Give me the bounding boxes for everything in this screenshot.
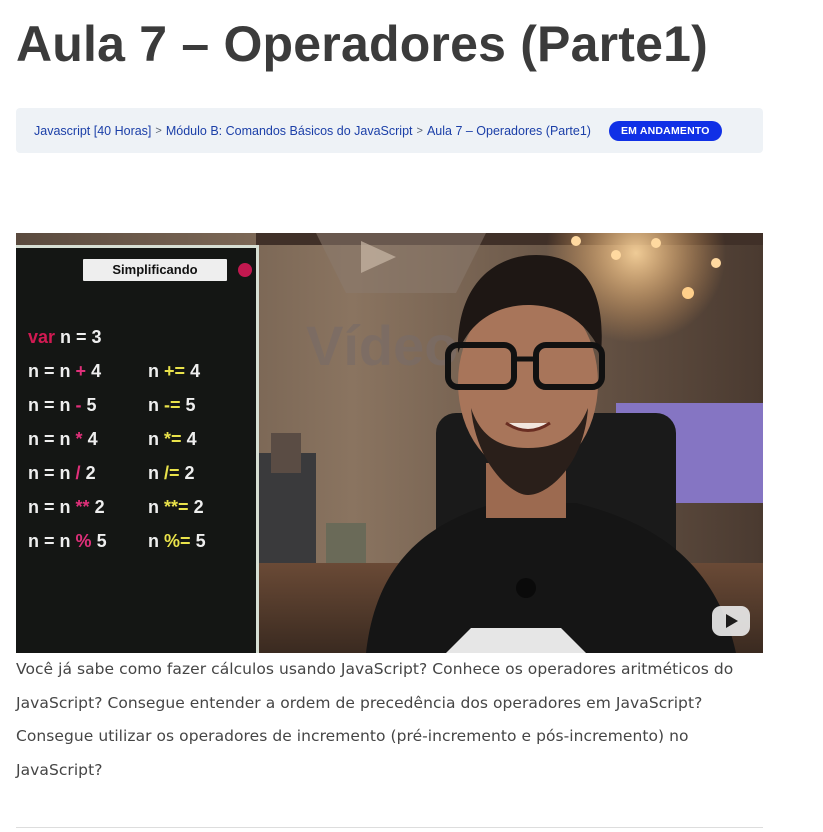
panel-label: Simplificando: [83, 259, 227, 281]
breadcrumb-separator: >: [155, 124, 162, 137]
code-line: n = n * 4: [28, 429, 98, 449]
code-line-declaration: var n = 3: [28, 327, 102, 348]
code-line: n = n / 2: [28, 463, 96, 483]
lesson-description: Você já sabe como fazer cálculos usando …: [16, 660, 734, 779]
code-line: n = n ** 2: [28, 497, 105, 517]
code-line: n %= 5: [148, 531, 206, 551]
divider: [16, 827, 763, 828]
wall-sign-text: Vídeo: [306, 314, 458, 377]
breadcrumb: Javascript [40 Horas] > Módulo B: Comand…: [16, 108, 763, 153]
code-line: n = n + 4: [28, 361, 102, 381]
play-triangle-icon: [726, 614, 738, 628]
panel-indicator-dot: [238, 263, 252, 277]
breadcrumb-course-link[interactable]: Javascript [40 Horas]: [34, 124, 151, 138]
code-line: n /= 2: [148, 463, 195, 483]
code-panel: Simplificando var n = 3 n = n + 4 n = n …: [16, 245, 259, 653]
code-line: n = n - 5: [28, 395, 97, 415]
code-text: n = 3: [60, 327, 102, 347]
code-line: n -= 5: [148, 395, 196, 415]
page-title: Aula 7 – Operadores (Parte1): [16, 16, 708, 72]
breadcrumb-module-link[interactable]: Módulo B: Comandos Básicos do JavaScript: [166, 124, 413, 138]
logo-play-icon: [316, 233, 486, 293]
code-line: n = n % 5: [28, 531, 107, 551]
status-badge: EM ANDAMENTO: [608, 120, 722, 141]
panel-top-border: [16, 245, 256, 248]
code-line: n *= 4: [148, 429, 197, 449]
youtube-play-icon[interactable]: [712, 606, 750, 636]
code-line: n += 4: [148, 361, 201, 381]
code-keyword: var: [28, 327, 56, 347]
breadcrumb-lesson-link[interactable]: Aula 7 – Operadores (Parte1): [427, 124, 591, 138]
code-line: n **= 2: [148, 497, 204, 517]
breadcrumb-separator: >: [416, 124, 423, 137]
video-player[interactable]: Vídeo Simplificando var n = 3 n = n + 4 …: [16, 233, 763, 653]
